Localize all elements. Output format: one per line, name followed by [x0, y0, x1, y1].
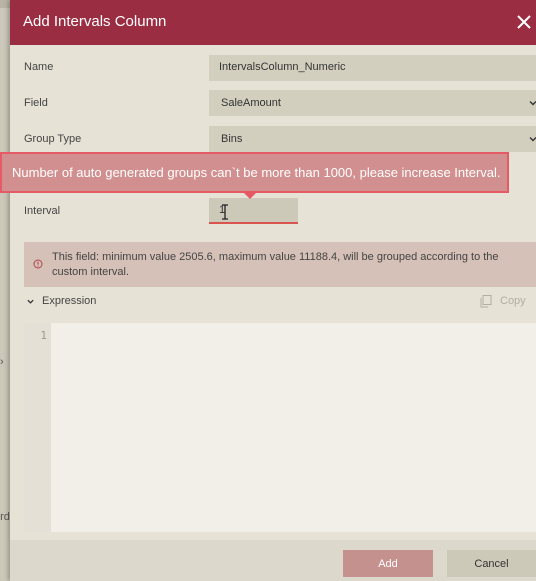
group-type-select[interactable]: Bins	[209, 126, 536, 152]
copy-icon	[480, 295, 492, 308]
close-icon	[517, 15, 531, 29]
validation-tooltip: Number of auto generated groups can`t be…	[0, 152, 509, 193]
line-number: 1	[40, 329, 47, 342]
field-select[interactable]: SaleAmount	[209, 90, 536, 116]
copy-button[interactable]: Copy	[480, 294, 528, 310]
expression-editor[interactable]: 1	[24, 323, 536, 532]
text-cursor-icon	[222, 204, 228, 220]
expression-header: Expression Copy	[24, 292, 536, 312]
interval-label: Interval	[24, 205, 61, 217]
add-intervals-column-dialog: Add Intervals Column Name Field SaleAmou…	[10, 0, 536, 581]
group-type-select-value: Bins	[221, 133, 243, 145]
validation-message: Number of auto generated groups can`t be…	[12, 165, 501, 180]
field-label: Field	[24, 97, 48, 109]
chevron-down-icon	[529, 101, 536, 106]
chevron-down-icon	[529, 137, 536, 142]
editor-gutter: 1	[24, 323, 51, 532]
backdrop-glyph: ›	[0, 356, 4, 368]
dialog-footer: Add Cancel	[10, 540, 536, 581]
chevron-down-icon[interactable]	[26, 297, 35, 306]
name-input[interactable]	[219, 61, 519, 73]
group-type-label: Group Type	[24, 133, 82, 145]
dialog-title: Add Intervals Column	[23, 13, 167, 30]
add-button[interactable]: Add	[343, 550, 433, 577]
name-label: Name	[24, 61, 54, 73]
close-button[interactable]	[512, 10, 536, 34]
info-message-box: This field: minimum value 2505.6, maximu…	[24, 242, 536, 287]
backdrop-partial-text: ord	[0, 511, 10, 523]
backdrop-panel	[0, 0, 10, 581]
copy-label: Copy	[500, 295, 526, 307]
field-select-value: SaleAmount	[221, 97, 281, 109]
backdrop-tab	[0, 0, 10, 8]
info-message: This field: minimum value 2505.6, maximu…	[52, 251, 499, 278]
expression-label: Expression	[42, 295, 97, 307]
cancel-button[interactable]: Cancel	[447, 550, 536, 577]
info-circle-icon	[33, 259, 43, 269]
name-field[interactable]	[209, 55, 536, 81]
dialog-title-bar: Add Intervals Column	[10, 0, 536, 45]
tooltip-arrow	[244, 193, 256, 199]
